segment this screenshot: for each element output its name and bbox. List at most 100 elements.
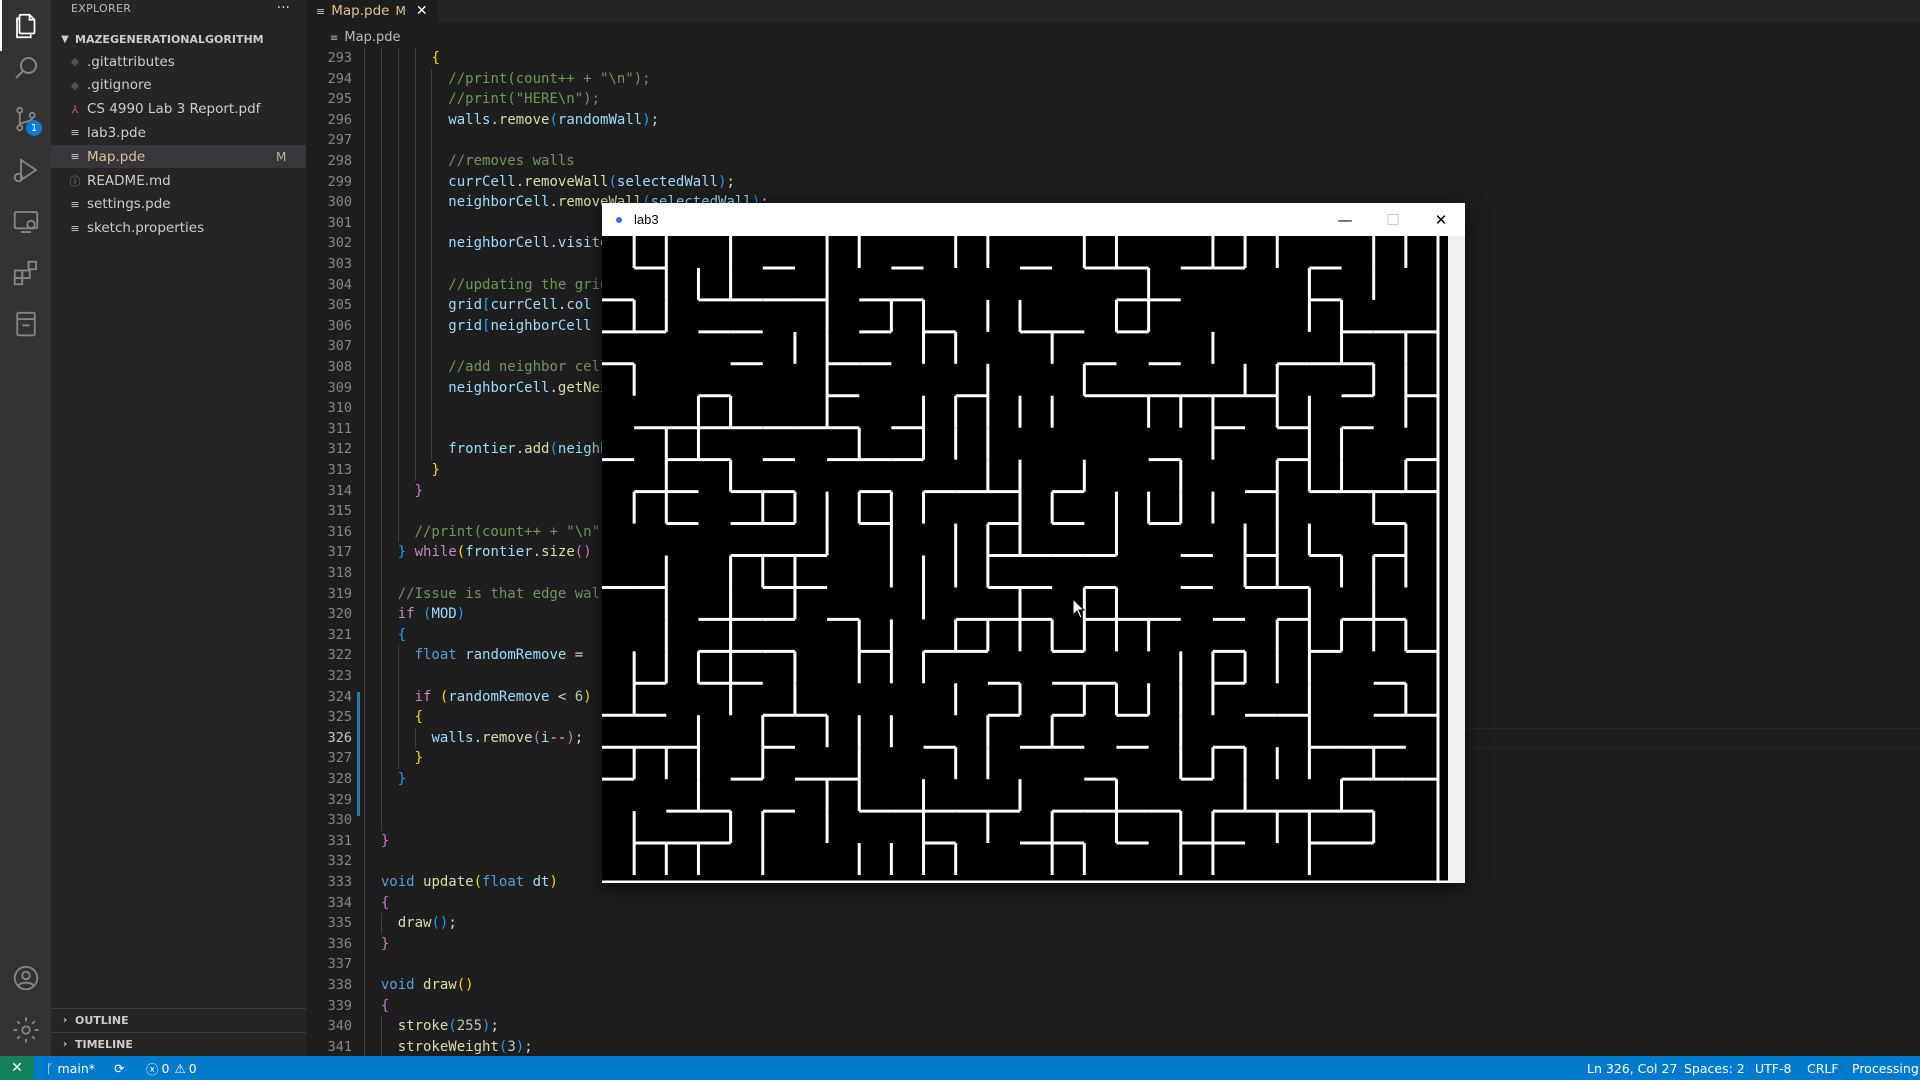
code-line[interactable]: 334 {: [306, 892, 1920, 914]
indent-guide: [380, 666, 382, 687]
code-line[interactable]: 298 //removes walls: [306, 151, 1920, 172]
search-icon[interactable]: [0, 42, 51, 93]
line-number: 324: [327, 688, 352, 705]
encoding-setting[interactable]: UTF-8: [1755, 1056, 1791, 1080]
code-line[interactable]: 340 stroke(255);: [306, 1016, 1920, 1037]
more-actions-icon[interactable]: ···: [277, 0, 290, 16]
account-icon[interactable]: [0, 952, 51, 1003]
line-number: 296: [327, 111, 352, 128]
close-tab-icon[interactable]: ✕: [416, 3, 428, 19]
indent-guide: [397, 274, 399, 296]
code-token: .: [532, 544, 542, 561]
code-line[interactable]: 294 //print(count++ + "\n");: [306, 68, 1920, 90]
code-line[interactable]: 338 void draw(): [306, 975, 1920, 996]
code-token: size: [541, 544, 575, 561]
line-number: 322: [327, 647, 352, 664]
code-line[interactable]: 337: [306, 954, 1920, 975]
tab-label: Map.pde: [331, 3, 390, 19]
close-window-button[interactable]: ✕: [1417, 203, 1465, 236]
file-item[interactable]: ◆ .gitattributes: [51, 50, 306, 73]
indent-guide: [431, 398, 433, 419]
code-token: remove: [498, 111, 550, 128]
code-line[interactable]: 296 walls.remove(randomWall);: [306, 109, 1920, 131]
sketch-titlebar[interactable]: lab3 — ☐ ✕: [602, 203, 1465, 236]
indent-guide: [380, 233, 382, 254]
indent-guide: [380, 769, 382, 790]
indentation-setting[interactable]: Spaces: 2: [1684, 1056, 1745, 1080]
file-item[interactable]: ≡ settings.pde: [51, 193, 306, 216]
code-token: frontier: [448, 441, 516, 458]
remote-explorer-icon[interactable]: [0, 196, 51, 247]
code-text: {: [381, 996, 389, 1017]
code-text: neighborCell.visited: [448, 233, 617, 254]
breadcrumb[interactable]: ≡ Map.pde: [330, 30, 400, 45]
maximize-button[interactable]: ☐: [1369, 203, 1417, 236]
indent-guide: [364, 418, 365, 440]
indent-guide: [364, 707, 365, 728]
code-token: .: [515, 441, 525, 458]
file-item[interactable]: ⅄ CS 4990 Lab 3 Report.pdf: [51, 98, 306, 121]
file-item[interactable]: ◆ .gitignore: [51, 74, 306, 97]
indent-guide: [364, 480, 365, 502]
maze-canvas[interactable]: [602, 236, 1448, 883]
run-debug-icon[interactable]: [0, 144, 51, 195]
editor-tab-bar: ≡ Map.pde M ✕: [306, 0, 1920, 22]
minimize-button[interactable]: —: [1321, 203, 1369, 236]
settings-gear-icon[interactable]: [0, 1004, 51, 1055]
file-item[interactable]: ≡ sketch.properties: [51, 217, 306, 240]
eol-setting[interactable]: CRLF: [1807, 1056, 1839, 1080]
timeline-panel-header[interactable]: › TIMELINE: [51, 1032, 306, 1056]
language-mode[interactable]: Processing: [1852, 1056, 1919, 1080]
code-token: .: [549, 379, 558, 396]
file-item[interactable]: ≡ lab3.pde: [51, 121, 306, 144]
tab-map-pde[interactable]: ≡ Map.pde M ✕: [306, 0, 438, 22]
outline-panel-header[interactable]: › OUTLINE: [51, 1008, 306, 1032]
code-line[interactable]: 339 {: [306, 995, 1920, 1017]
folder-header[interactable]: ▼ MAZEGENERATIONALGORITHM: [51, 28, 306, 50]
extensions-icon[interactable]: [0, 247, 51, 298]
code-token: ;: [448, 915, 457, 932]
line-number: 325: [327, 709, 352, 726]
code-line[interactable]: 336}: [306, 933, 1920, 955]
code-token: .: [549, 194, 558, 211]
branch-indicator[interactable]: ᚴ main*: [46, 1056, 95, 1080]
source-control-icon[interactable]: 1: [0, 93, 51, 144]
file-item[interactable]: ⓘ README.md: [51, 169, 306, 192]
code-text: stroke(255);: [398, 1016, 499, 1037]
problems-indicator[interactable]: ⓧ 0 ⚠ 0: [146, 1056, 197, 1080]
remote-indicator-button[interactable]: ✕: [0, 1056, 34, 1080]
status-bar: ✕ ᚴ main* ⟳ ⓧ 0 ⚠ 0 Ln 326, Col 27 Space…: [0, 1056, 1920, 1080]
indent-guide: [364, 521, 365, 543]
indent-guide: [397, 192, 399, 213]
sync-icon[interactable]: ⟳: [114, 1056, 124, 1080]
code-token: ): [583, 688, 592, 705]
code-token: //Issue is that edge walls: [397, 585, 617, 602]
indent-guide: [397, 398, 399, 419]
file-type-icon: ◆: [70, 55, 80, 68]
code-line[interactable]: 297: [306, 130, 1920, 151]
indent-guide: [364, 109, 365, 131]
cursor-position[interactable]: Ln 326, Col 27: [1587, 1056, 1677, 1080]
file-type-icon: ◆: [70, 78, 80, 92]
canvas-edge: [1448, 236, 1465, 883]
indent-guide: [380, 336, 382, 357]
indent-guide: [431, 109, 433, 131]
code-token: while: [414, 544, 457, 561]
code-line[interactable]: 295 //print("HERE\n");: [306, 89, 1920, 110]
testing-icon[interactable]: [0, 298, 51, 349]
code-line[interactable]: 293 {: [306, 48, 1920, 69]
code-line[interactable]: 341 strokeWeight(3);: [306, 1036, 1920, 1058]
line-number: 317: [327, 544, 352, 561]
file-item[interactable]: ≡ Map.pde M: [51, 145, 306, 169]
code-line[interactable]: 335 draw();: [306, 913, 1920, 934]
code-line[interactable]: 299 currCell.removeWall(selectedWall);: [306, 171, 1920, 193]
indent-guide: [364, 872, 365, 893]
indent-guide: [380, 583, 382, 605]
code-token: }: [397, 544, 407, 561]
code-token: strokeWeight: [397, 1038, 499, 1055]
indent-guide: [397, 357, 399, 378]
code-token: dt: [532, 874, 550, 890]
code-text: //print("HERE\n");: [448, 89, 600, 110]
